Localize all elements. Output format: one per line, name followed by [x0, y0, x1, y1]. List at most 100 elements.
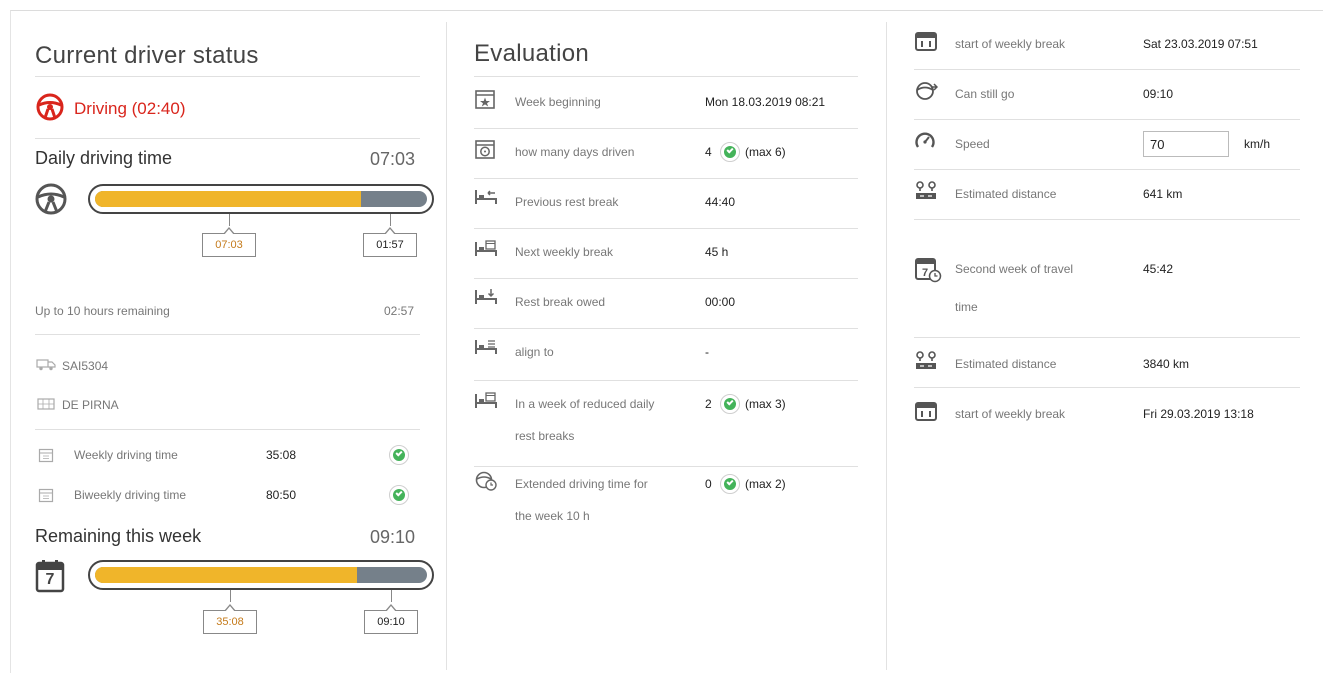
evaluation-max: (max 3) — [745, 397, 786, 411]
column-divider — [886, 22, 887, 670]
steering-wheel-icon — [35, 92, 65, 122]
evaluation-label-line2: rest breaks — [515, 429, 575, 443]
divider — [474, 128, 858, 129]
vehicle-location: DE PIRNA — [62, 398, 119, 412]
evaluation-value: Mon 18.03.2019 08:21 — [705, 95, 826, 109]
calendar-icon — [38, 447, 54, 463]
evaluation-max: (max 6) — [745, 145, 786, 159]
divider — [35, 138, 420, 139]
driver-status: Driving (02:40) — [74, 99, 186, 118]
evaluation-value: 2 — [705, 397, 712, 411]
divider — [474, 178, 858, 179]
break-value: 45:42 — [1143, 262, 1174, 276]
weekly-done-marker: 35:08 — [203, 604, 257, 634]
weekly-driving-label: Weekly driving time — [74, 448, 178, 462]
bed-down-icon — [474, 288, 498, 306]
break-label: start of weekly break — [955, 407, 1066, 421]
check-icon — [720, 142, 740, 162]
daily-driving-progress — [88, 184, 434, 214]
evaluation-label: Previous rest break — [515, 195, 619, 209]
break-value: 641 km — [1143, 187, 1183, 201]
daily-driving-label: Daily driving time — [35, 148, 173, 168]
daily-driving-time: 07:03 — [370, 149, 416, 169]
calendar-week-icon: 7 — [35, 558, 65, 594]
wheel-clock-icon — [474, 470, 498, 492]
break-label: Estimated distance — [955, 187, 1057, 201]
biweekly-driving-label: Biweekly driving time — [74, 488, 187, 502]
divider — [474, 380, 858, 381]
weekly-remaining-progress — [88, 560, 434, 590]
svg-text:7: 7 — [922, 267, 928, 279]
divider — [474, 278, 858, 279]
speed-unit: km/h — [1244, 137, 1271, 151]
evaluation-value: - — [705, 345, 709, 359]
truck-icon — [36, 357, 56, 371]
divider — [35, 429, 420, 430]
evaluation-label: Next weekly break — [515, 245, 614, 259]
biweekly-driving-value: 80:50 — [266, 488, 297, 502]
break-value: Fri 29.03.2019 13:18 — [1143, 407, 1254, 421]
divider — [474, 76, 858, 77]
evaluation-label: Extended driving time for — [515, 477, 648, 491]
break-value: 09:10 — [1143, 87, 1174, 101]
calendar-icon — [914, 30, 938, 52]
marker-stem — [390, 214, 391, 226]
bed-calendar-icon — [474, 390, 498, 410]
remaining-week-time: 09:10 — [370, 527, 416, 547]
evaluation-value: 45 h — [705, 245, 729, 259]
break-label-line2: time — [955, 300, 978, 314]
speed-input[interactable] — [1143, 131, 1229, 157]
bed-lines-icon — [474, 338, 498, 356]
evaluation-label: Week beginning — [515, 95, 601, 109]
check-icon — [720, 474, 740, 494]
column-divider — [446, 22, 447, 670]
weekly-driving-value: 35:08 — [266, 448, 297, 462]
check-icon — [720, 394, 740, 414]
distance-icon — [914, 180, 938, 202]
distance-icon — [914, 350, 938, 372]
vehicle-plate: SAI5304 — [62, 359, 109, 373]
evaluation-value: 44:40 — [705, 195, 736, 209]
wheel-arrow-icon — [914, 80, 938, 102]
divider — [914, 69, 1300, 70]
divider — [914, 169, 1300, 170]
speedometer-icon — [914, 130, 936, 152]
break-label: start of weekly break — [955, 37, 1066, 51]
remaining-value: 02:57 — [384, 304, 415, 318]
calendar-wheel-icon — [474, 138, 496, 160]
calendar-icon — [38, 487, 54, 503]
remaining-label: Up to 10 hours remaining — [35, 304, 170, 318]
break-value: 3840 km — [1143, 357, 1190, 371]
evaluation-label: how many days driven — [515, 145, 635, 159]
divider — [914, 387, 1300, 388]
evaluation-label-line2: the week 10 h — [515, 509, 590, 523]
daily-left-marker: 01:57 — [363, 227, 417, 257]
check-icon — [389, 485, 409, 505]
divider — [35, 76, 420, 77]
weekly-left-marker: 09:10 — [364, 604, 418, 634]
progress-fill — [95, 191, 361, 207]
calendar-number: 7 — [45, 571, 55, 588]
break-label: Can still go — [955, 87, 1015, 101]
location-icon — [36, 397, 56, 411]
evaluation-value: 4 — [705, 145, 712, 159]
break-value: Sat 23.03.2019 07:51 — [1143, 37, 1258, 51]
check-icon — [389, 445, 409, 465]
calendar-star-icon — [474, 88, 496, 110]
steering-wheel-icon — [34, 182, 68, 216]
divider — [914, 219, 1300, 220]
divider — [35, 334, 420, 335]
progress-fill — [95, 567, 358, 583]
page-title: Current driver status — [35, 42, 259, 69]
marker-stem — [229, 214, 230, 226]
calendar-clock-icon: 7 — [914, 255, 942, 283]
evaluation-value: 00:00 — [705, 295, 736, 309]
calendar-icon — [914, 400, 938, 422]
evaluation-label: Rest break owed — [515, 295, 606, 309]
divider — [474, 466, 858, 467]
divider — [914, 119, 1300, 120]
divider — [474, 328, 858, 329]
divider — [914, 337, 1300, 338]
evaluation-label: align to — [515, 345, 554, 359]
daily-done-marker: 07:03 — [202, 227, 256, 257]
